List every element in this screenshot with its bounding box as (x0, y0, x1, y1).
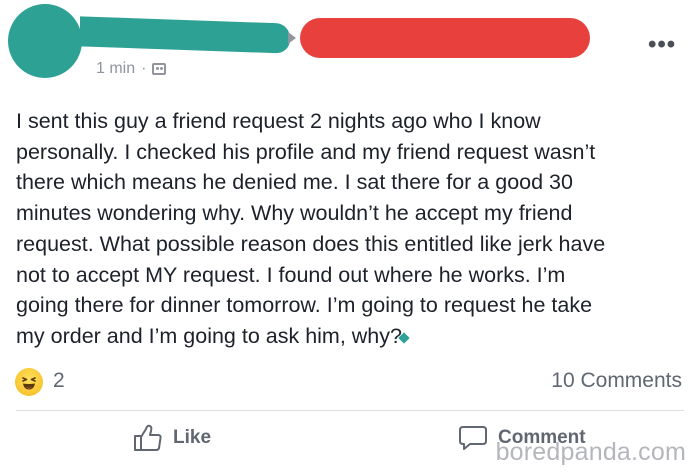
friends-icon[interactable] (152, 63, 167, 75)
thumbs-up-icon (134, 424, 162, 451)
post-meta: 1 min · (96, 60, 167, 78)
comments-count[interactable]: 10 Comments (551, 369, 682, 393)
divider (16, 410, 684, 411)
facebook-post: ••• 1 min · I sent this guy a friend req… (0, 0, 700, 473)
like-label: Like (173, 427, 212, 448)
avatar[interactable] (8, 4, 82, 78)
recipient-name-redacted[interactable] (300, 18, 590, 58)
arrow-right-icon (288, 32, 296, 44)
comment-bubble-icon (459, 426, 487, 450)
reaction-count[interactable]: 2 (53, 369, 65, 393)
laughing-face-icon (22, 377, 36, 390)
haha-reaction-icon[interactable] (15, 368, 43, 396)
timestamp[interactable]: 1 min (96, 60, 135, 78)
like-button[interactable]: Like (133, 424, 211, 452)
more-options-icon[interactable]: ••• (648, 33, 676, 57)
author-name-redacted[interactable] (80, 16, 290, 54)
post-text: I sent this guy a friend request 2 night… (16, 109, 606, 348)
watermark: boredpanda.com (495, 438, 686, 466)
meta-separator: · (141, 60, 147, 77)
